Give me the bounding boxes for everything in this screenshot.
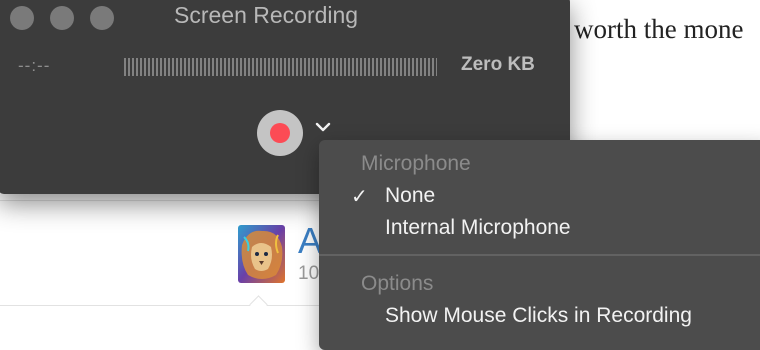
record-icon bbox=[270, 123, 290, 143]
elapsed-time: --:-- bbox=[18, 56, 51, 75]
menu-separator bbox=[319, 254, 760, 256]
audio-level-meter bbox=[124, 58, 437, 76]
menu-item-label: Internal Microphone bbox=[385, 216, 571, 239]
menu-header-microphone: Microphone bbox=[361, 152, 471, 175]
menu-item-label: None bbox=[385, 184, 436, 207]
window-title: Screen Recording bbox=[174, 2, 359, 28]
author-meta: 10 bbox=[298, 263, 320, 284]
document-body-text: worth the mone bbox=[574, 14, 744, 44]
minimize-window-button[interactable] bbox=[50, 6, 74, 30]
recording-options-menu: Microphone ✓ None Internal Microphone Op… bbox=[319, 140, 760, 350]
chevron-down-icon[interactable] bbox=[314, 118, 332, 136]
menu-item-show-mouse-clicks[interactable]: Show Mouse Clicks in Recording bbox=[319, 302, 760, 332]
checkmark-icon: ✓ bbox=[351, 184, 368, 208]
menu-item-label: Show Mouse Clicks in Recording bbox=[385, 304, 692, 327]
zoom-window-button[interactable] bbox=[90, 6, 114, 30]
menu-item-internal-microphone[interactable]: Internal Microphone bbox=[319, 214, 760, 244]
menu-item-none[interactable]: ✓ None bbox=[319, 182, 760, 212]
menu-header-options: Options bbox=[361, 272, 434, 295]
file-size: Zero KB bbox=[461, 54, 535, 75]
lion-avatar-image bbox=[238, 225, 285, 283]
popover-notch bbox=[249, 295, 268, 314]
author-avatar[interactable] bbox=[238, 225, 285, 283]
close-window-button[interactable] bbox=[10, 6, 34, 30]
record-button[interactable] bbox=[257, 110, 303, 156]
